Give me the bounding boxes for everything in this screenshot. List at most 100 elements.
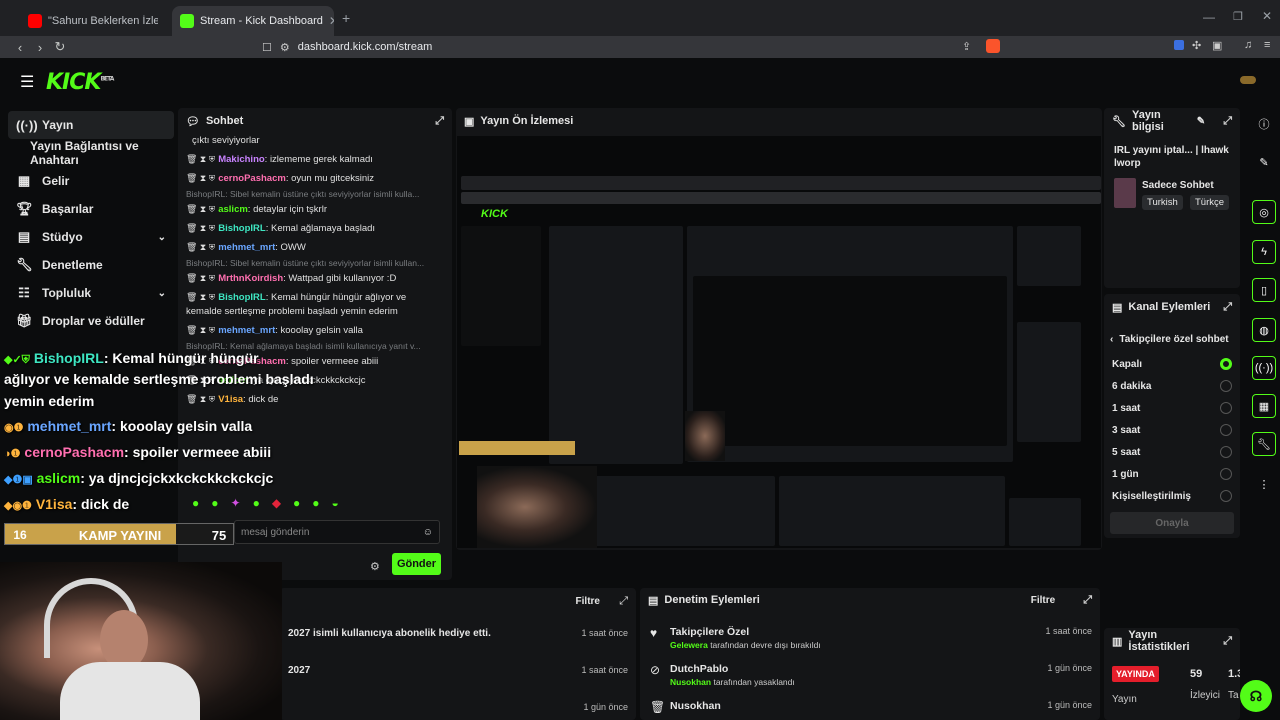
sidebar-item-topluluk[interactable]: ☷ Topluluk ⌄ — [8, 279, 174, 307]
kick-logo[interactable]: KICKBETA — [46, 70, 114, 95]
live-badge: YAYINDA — [1112, 666, 1159, 682]
studio-icon: ▤ — [17, 229, 31, 244]
emoji-icon[interactable]: ☺ — [423, 527, 433, 538]
brave-shield-icon[interactable] — [986, 39, 1000, 53]
info-icon[interactable]: ⓘ — [1252, 112, 1276, 136]
sidebar-item-yayin[interactable]: ((·)) Yayın — [8, 111, 174, 139]
browser-tab-kick[interactable]: Stream - Kick Dashboard ✕ — [172, 6, 334, 36]
radio[interactable] — [1220, 446, 1232, 458]
sidebar-item-droplar[interactable]: 🎁︎ Droplar ve ödüller — [8, 307, 174, 335]
emote-icon[interactable]: ◆ — [272, 496, 281, 512]
mod-tools-icon[interactable]: 🗑︎ ⧗ ⛨ — [186, 173, 215, 183]
hamburger-icon[interactable]: ☰ — [20, 72, 34, 92]
send-button[interactable]: Gönder — [392, 553, 441, 575]
edit-icon[interactable]: ✎ — [1197, 116, 1205, 127]
close-tab-icon[interactable]: ✕ — [329, 14, 334, 28]
menu-icon[interactable]: ≡ — [1264, 39, 1270, 51]
popout-icon[interactable]: ⤢ — [1083, 594, 1092, 607]
radio[interactable] — [1220, 490, 1232, 502]
chevron-left-icon: ‹ — [1110, 334, 1114, 345]
radio[interactable] — [1220, 468, 1232, 480]
option-kapali[interactable]: Kapalı — [1104, 353, 1240, 375]
mod-tools-icon[interactable]: 🗑︎ ⧗ ⛨ — [186, 154, 215, 164]
sidebar-item-denetleme[interactable]: 🔧︎ Denetleme — [8, 251, 174, 279]
more-icon[interactable]: ⋮ — [1252, 472, 1276, 496]
popout-icon[interactable]: ⤢ — [1223, 115, 1232, 128]
share-icon[interactable]: ⇪ — [962, 40, 971, 53]
stream-preview-video[interactable]: KICK — [457, 136, 1101, 548]
option-5-saat[interactable]: 5 saat — [1104, 441, 1240, 463]
confirm-button[interactable]: Onayla — [1110, 512, 1234, 534]
option-1-gun[interactable]: 1 gün — [1104, 463, 1240, 485]
radio-selected[interactable] — [1220, 358, 1232, 370]
puzzle-icon[interactable]: ✣ — [1192, 39, 1201, 52]
support-headset-icon[interactable]: ☊ — [1240, 680, 1272, 712]
mod-tools-icon[interactable]: 🗑︎ ⧗ ⛨ — [186, 273, 215, 283]
wrench-icon: 🔧︎ — [16, 257, 33, 272]
emote-icon[interactable]: ● — [312, 496, 319, 512]
avatar[interactable] — [1240, 76, 1256, 84]
emote-icon[interactable]: ● — [253, 496, 260, 512]
restore-icon[interactable]: ❐ — [1233, 10, 1243, 23]
sidebar-toggle-icon[interactable]: ▣ — [1212, 39, 1222, 52]
mod-tools-icon[interactable]: 🗑︎ ⧗ ⛨ — [186, 204, 215, 214]
lightning-icon[interactable]: ϟ — [1252, 240, 1276, 264]
stack-icon[interactable]: ▦ — [1252, 394, 1276, 418]
pencil-icon[interactable]: ✎ — [1252, 150, 1276, 174]
face-graphic — [100, 610, 148, 670]
option-1-saat[interactable]: 1 saat — [1104, 397, 1240, 419]
sidebar-item-stream-key[interactable]: Yayın Bağlantısı ve Anahtarı — [8, 139, 174, 167]
progress-label: KAMP YAYINI — [78, 527, 162, 543]
sidebar-item-gelir[interactable]: ▦ Gelir — [8, 167, 174, 195]
mod-tools-icon[interactable]: 🗑︎ ⧗ ⛨ — [186, 242, 215, 252]
emote-icon[interactable]: ● — [293, 496, 300, 512]
browser-tab-youtube[interactable]: "Sahuru Beklerken İzlemelik Edit" Ki — [20, 6, 170, 36]
popout-icon[interactable]: ⤢ — [619, 595, 628, 608]
option-custom[interactable]: Kişiselleştirilmiş — [1104, 485, 1240, 507]
document-icon[interactable]: ▯ — [1252, 278, 1276, 302]
popout-icon[interactable]: ⤢ — [435, 115, 444, 128]
mod-log-row: 🗑︎ Nusokhan 1 gün önce — [650, 700, 1092, 714]
radio[interactable] — [1220, 402, 1232, 414]
bookmark-icon[interactable]: ☐ — [262, 41, 272, 54]
extension-icon[interactable] — [1174, 40, 1184, 50]
chat-icon[interactable]: ◍ — [1252, 318, 1276, 342]
broadcast-icon[interactable]: ((·)) — [1252, 356, 1276, 380]
media-icon[interactable]: ♫ — [1244, 39, 1252, 51]
popout-icon[interactable]: ⤢ — [1223, 301, 1232, 314]
sidebar-item-studyo[interactable]: ▤ Stüdyo ⌄ — [8, 223, 174, 251]
minimize-icon[interactable]: — — [1203, 10, 1215, 24]
mod-tools-icon[interactable]: 🗑︎ ⧗ ⛨ — [186, 325, 215, 335]
radio[interactable] — [1220, 424, 1232, 436]
emote-icon[interactable]: ✦ — [231, 496, 241, 512]
reload-icon[interactable]: ↻ — [50, 39, 70, 55]
back-icon[interactable]: ‹ — [10, 40, 30, 55]
option-3-saat[interactable]: 3 saat — [1104, 419, 1240, 441]
mod-tools-icon[interactable]: 🗑︎ ⧗ ⛨ — [186, 292, 215, 302]
popout-icon[interactable]: ⤢ — [1223, 635, 1232, 648]
radio[interactable] — [1220, 380, 1232, 392]
nested-sidebar — [461, 226, 541, 346]
followers-only-back[interactable]: ‹ Takipçilere özel sohbet — [1110, 334, 1229, 345]
site-info-icon[interactable]: ⚙ — [280, 41, 290, 54]
option-6-dakika[interactable]: 6 dakika — [1104, 375, 1240, 397]
emote-icon[interactable]: ◒ — [332, 496, 339, 512]
emote-icon[interactable]: ● — [192, 496, 199, 512]
new-tab-icon[interactable]: + — [342, 10, 350, 26]
chat-settings-icon[interactable]: ⚙ — [370, 560, 380, 573]
chat-input[interactable]: mesaj gönderin ☺ — [234, 520, 440, 544]
url-text: dashboard.kick.com/stream — [297, 41, 433, 53]
sidebar-item-basarilar[interactable]: 🏆︎ Başarılar — [8, 195, 174, 223]
scan-icon[interactable]: ◎ — [1252, 200, 1276, 224]
close-window-icon[interactable]: ✕ — [1262, 9, 1272, 23]
wrench-icon[interactable]: 🔧︎ — [1252, 432, 1276, 456]
filter-button[interactable]: Filtre — [1031, 595, 1055, 606]
filter-button[interactable]: Filtre — [576, 596, 600, 607]
address-bar[interactable]: ☐ ⚙ dashboard.kick.com/stream — [262, 38, 1006, 56]
chevron-down-icon[interactable]: ⌄ — [158, 232, 166, 243]
chevron-down-icon[interactable]: ⌄ — [158, 288, 166, 299]
emote-icon[interactable]: ● — [211, 496, 218, 512]
forward-icon[interactable]: › — [30, 40, 50, 55]
mod-tools-icon[interactable]: 🗑︎ ⧗ ⛨ — [186, 394, 215, 404]
mod-tools-icon[interactable]: 🗑︎ ⧗ ⛨ — [186, 223, 215, 233]
